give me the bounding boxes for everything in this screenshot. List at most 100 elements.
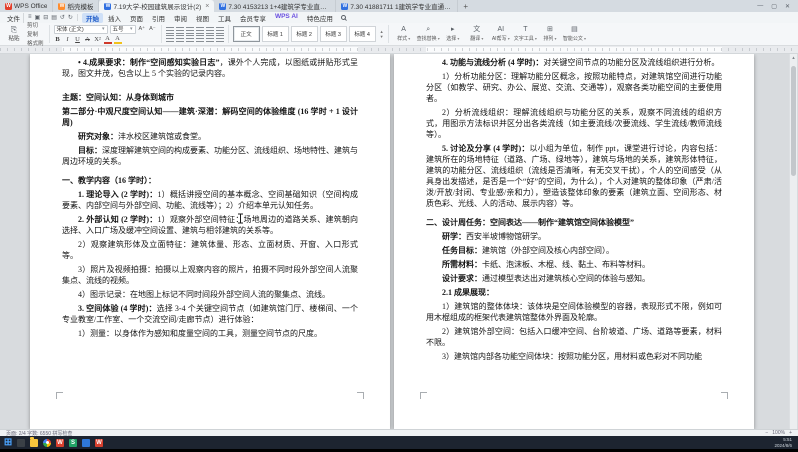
style-标题 4[interactable]: 标题 4 bbox=[349, 26, 376, 42]
line-spacing-icon[interactable] bbox=[206, 35, 214, 42]
ribbon-tab-页面[interactable]: 页面 bbox=[126, 13, 147, 23]
doc-paragraph: 1）测量：以身体作为感知和度量空间的工具，测量空间节点的尺度。 bbox=[62, 328, 358, 339]
style-gallery-scroll[interactable]: ▲▼ bbox=[380, 29, 384, 39]
ribbon-tab-引用[interactable]: 引用 bbox=[148, 13, 169, 23]
smart-doc-icon: ▤ bbox=[571, 26, 578, 34]
number-list-icon[interactable] bbox=[176, 27, 184, 34]
align-right-icon[interactable] bbox=[186, 35, 194, 42]
style-painter-button[interactable]: A样式 bbox=[393, 26, 415, 42]
document-tab[interactable]: W7.19大学-校园建筑展示设计(2)× bbox=[99, 0, 214, 12]
italic-button[interactable]: I bbox=[64, 35, 72, 43]
taskbar-clock[interactable]: 5:51 2024/8/6 bbox=[774, 437, 794, 448]
word-doc-icon[interactable]: W bbox=[95, 439, 103, 447]
wps-writer-icon[interactable]: W bbox=[56, 439, 64, 447]
underline-button[interactable]: U bbox=[74, 35, 82, 43]
minimize-button[interactable]: — bbox=[757, 3, 763, 9]
ribbon-tab-特色应用[interactable]: 特色应用 bbox=[303, 13, 337, 23]
vertical-scrollbar[interactable]: ▴ bbox=[789, 54, 797, 429]
print-icon[interactable]: ⊟ bbox=[43, 14, 48, 21]
arrange-button[interactable]: ⊞排列 bbox=[539, 26, 561, 42]
paste-button[interactable]: ⎘ 粘贴 bbox=[4, 24, 24, 44]
bullet-list-icon[interactable] bbox=[166, 27, 174, 34]
document-tab[interactable]: W7.30 41881711 1建筑学专业直通车（ bbox=[336, 0, 458, 12]
superscript-button[interactable]: X² bbox=[94, 35, 102, 43]
style-标题 2[interactable]: 标题 2 bbox=[291, 26, 318, 42]
document-tab[interactable]: W7.30 4153213 1+4建筑学专业直通车（ bbox=[214, 0, 336, 12]
scrollbar-thumb[interactable] bbox=[791, 66, 796, 176]
new-tab-button[interactable]: + bbox=[458, 0, 473, 12]
font-name-select[interactable]: 宋体 (正文)▾ bbox=[54, 25, 108, 34]
doc-paragraph: 研学：西安半坡博物馆研学。 bbox=[426, 231, 722, 242]
paste-icon: ⎘ bbox=[11, 26, 17, 34]
doc-text-run: 1）分析功能分区：理解功能分区概念，按照功能特点，对建筑馆空间进行功能分区（如教… bbox=[426, 72, 722, 103]
wps-window: WWPS OfficeW稻壳模板W7.19大学-校园建筑展示设计(2)×W7.3… bbox=[0, 0, 798, 452]
undo-icon[interactable]: ↺ bbox=[60, 14, 65, 21]
translate-button[interactable]: 文翻译 bbox=[466, 26, 488, 42]
ruler[interactable] bbox=[0, 46, 798, 54]
sort-icon[interactable] bbox=[206, 27, 214, 34]
style-标题 1[interactable]: 标题 1 bbox=[262, 26, 289, 42]
justify-icon[interactable] bbox=[196, 35, 204, 42]
file-explorer-icon[interactable] bbox=[30, 439, 38, 447]
hamburger-menu-icon[interactable]: ≡ bbox=[28, 14, 32, 21]
show-marks-icon[interactable] bbox=[216, 27, 224, 34]
ribbon-tab-插入[interactable]: 插入 bbox=[104, 13, 125, 23]
doc-text-run: 研究对象： bbox=[78, 132, 118, 141]
home-tab[interactable]: WWPS Office bbox=[0, 0, 53, 12]
ribbon-tab-视图[interactable]: 视图 bbox=[192, 13, 213, 23]
document-tab[interactable]: W稻壳模板 bbox=[53, 0, 99, 12]
app-green-icon[interactable]: S bbox=[69, 439, 77, 447]
font-color-button[interactable]: A bbox=[104, 35, 112, 44]
app-dark-icon[interactable] bbox=[17, 439, 25, 447]
document-page-right[interactable]: 4. 功能与流线分析 (4 学时)：对关键空间节点的功能分区及流线组织进行分析。… bbox=[394, 54, 754, 429]
taskbar-icons: ⊞WSW bbox=[4, 439, 103, 447]
select-button[interactable]: ▸选择 bbox=[442, 26, 464, 42]
redo-icon[interactable]: ↻ bbox=[68, 14, 73, 21]
doc-paragraph: 2. 外部认知 (2 学时)：1）观察外部空间特征：场地周边的道路关系、建筑朝向… bbox=[62, 214, 358, 236]
bold-button[interactable]: B bbox=[54, 35, 62, 43]
copy-button[interactable]: 复制 bbox=[26, 30, 45, 38]
start-icon[interactable]: ⊞ bbox=[4, 439, 12, 447]
doc-text-run: 卡纸、泡沫板、木棍、线、黏土、布料等材料。 bbox=[482, 260, 650, 269]
style-标题 3[interactable]: 标题 3 bbox=[320, 26, 347, 42]
strikethrough-button[interactable]: A bbox=[84, 35, 92, 43]
align-left-icon[interactable] bbox=[166, 35, 174, 42]
doc-paragraph: • 4.成果要求：制作“空间感知实验日志”，课外个人完成，以图纸或拼贴形式呈现，… bbox=[62, 57, 358, 79]
document-page-left[interactable]: • 4.成果要求：制作“空间感知实验日志”，课外个人完成，以图纸或拼贴形式呈现，… bbox=[30, 54, 390, 429]
browser-icon[interactable] bbox=[43, 439, 51, 447]
close-button[interactable]: ✕ bbox=[785, 3, 790, 10]
ribbon-tab-工具[interactable]: 工具 bbox=[214, 13, 235, 23]
maximize-button[interactable]: ▢ bbox=[771, 3, 777, 10]
highlight-color-button[interactable]: A bbox=[114, 35, 122, 44]
smart-doc-button[interactable]: ▤智能公文 bbox=[563, 26, 586, 42]
indent-icon[interactable] bbox=[196, 27, 204, 34]
cut-button[interactable]: 剪切 bbox=[26, 21, 45, 29]
style-正文[interactable]: 正文 bbox=[233, 26, 260, 42]
doc-text-run: 第二部分·中观尺度空间认知——建筑·深潜：解码空间的体验维度 (16 学时 + … bbox=[62, 107, 358, 127]
doc-paragraph: 二、设计周任务：空间表达——制作“建筑馆空间体验模型” bbox=[426, 217, 722, 228]
ribbon-tab-WPS AI[interactable]: WPS AI bbox=[271, 13, 302, 23]
export-icon[interactable]: ▤ bbox=[51, 14, 57, 21]
font-size-button[interactable]: A⁺ bbox=[138, 26, 147, 32]
scroll-up-icon[interactable]: ▴ bbox=[790, 55, 797, 61]
ai-write-button[interactable]: AIAI帮写 bbox=[490, 26, 512, 42]
text-tool-button[interactable]: T文字工具 bbox=[514, 26, 537, 42]
outdent-icon[interactable] bbox=[186, 27, 194, 34]
find-replace-button[interactable]: ⌕查找替换 bbox=[417, 26, 440, 42]
save-icon[interactable]: ▣ bbox=[35, 14, 41, 21]
font-size-button[interactable]: A⁻ bbox=[148, 26, 157, 32]
shading-icon[interactable] bbox=[216, 35, 224, 42]
doc-text-run: 目标： bbox=[78, 146, 102, 155]
smart-doc-label: 智能公文 bbox=[563, 35, 586, 42]
ribbon-tab-开始[interactable]: 开始 bbox=[82, 13, 103, 23]
search-icon[interactable] bbox=[341, 15, 346, 20]
doc-text-run: 主题：空间认知：从身体到城市 bbox=[62, 93, 174, 102]
ribbon-tab-审阅[interactable]: 审阅 bbox=[170, 13, 191, 23]
find-replace-icon: ⌕ bbox=[426, 26, 430, 34]
align-center-icon[interactable] bbox=[176, 35, 184, 42]
margin-mark bbox=[420, 392, 427, 399]
app-blue-icon[interactable] bbox=[82, 439, 90, 447]
font-size-select[interactable]: 五号▾ bbox=[110, 25, 136, 34]
tab-close-icon[interactable]: × bbox=[205, 3, 209, 10]
ribbon-tab-会员专享[interactable]: 会员专享 bbox=[236, 13, 270, 23]
